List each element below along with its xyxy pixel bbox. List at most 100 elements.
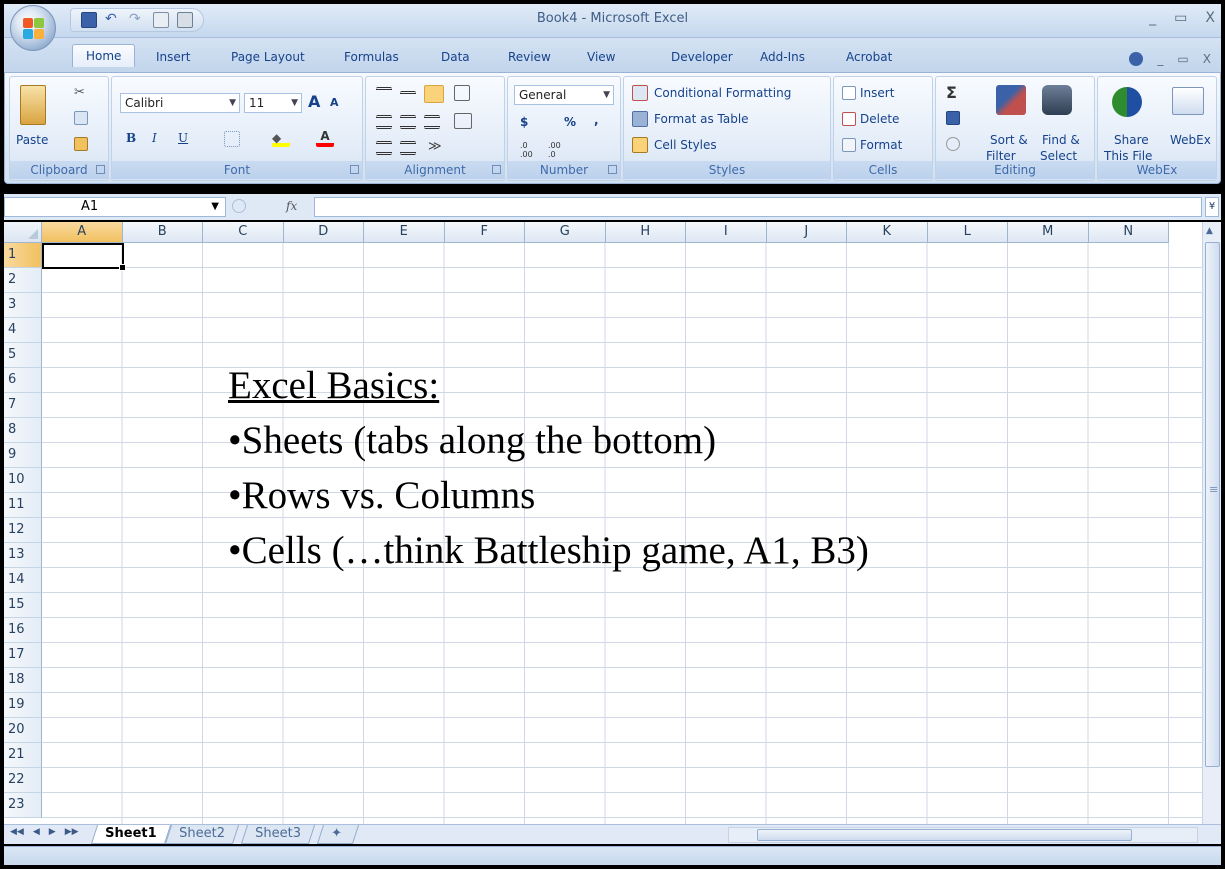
format-painter-icon[interactable]	[74, 137, 88, 151]
row-header-14[interactable]: 14	[4, 568, 42, 593]
delete-cells-button[interactable]: Delete	[860, 112, 899, 126]
comma-button[interactable]: ,	[594, 113, 599, 127]
name-box-dropdown-icon[interactable]: ▼	[211, 198, 219, 216]
close-button[interactable]: X	[1205, 10, 1215, 26]
font-size-combo[interactable]: 11 ▼	[244, 93, 302, 113]
column-header-i[interactable]: I	[686, 222, 767, 243]
ribbon-close-icon[interactable]: X	[1203, 52, 1211, 66]
paste-icon[interactable]	[20, 85, 46, 125]
decrease-decimal-icon[interactable]: .00 .0	[548, 141, 568, 159]
fill-color-icon[interactable]: ◆	[272, 131, 290, 147]
cell-styles-button[interactable]: Cell Styles	[654, 138, 717, 152]
horizontal-scroll-thumb[interactable]	[757, 829, 1132, 841]
text-direction-icon[interactable]: ≫	[428, 139, 450, 157]
clear-icon[interactable]	[946, 137, 960, 151]
font-name-combo[interactable]: Calibri ▼	[120, 93, 240, 113]
alignment-launcher-icon[interactable]	[492, 165, 501, 174]
row-header-17[interactable]: 17	[4, 643, 42, 668]
row-header-6[interactable]: 6	[4, 368, 42, 393]
row-header-2[interactable]: 2	[4, 268, 42, 293]
copy-icon[interactable]	[74, 111, 88, 125]
column-header-m[interactable]: M	[1008, 222, 1089, 243]
insert-sheet-tab[interactable]: ✦	[316, 825, 360, 844]
conditional-formatting-button[interactable]: Conditional Formatting	[654, 86, 791, 100]
formula-expand-icon[interactable]	[232, 199, 246, 213]
currency-button[interactable]: $	[520, 115, 528, 129]
row-header-3[interactable]: 3	[4, 293, 42, 318]
next-sheet-icon[interactable]: ▶	[49, 827, 56, 837]
align-top-icon[interactable]	[376, 87, 392, 101]
clipboard-launcher-icon[interactable]	[96, 165, 105, 174]
row-header-9[interactable]: 9	[4, 443, 42, 468]
tab-page-layout[interactable]: Page Layout	[231, 50, 305, 64]
bold-button[interactable]: B	[126, 131, 136, 145]
format-cells-button[interactable]: Format	[860, 138, 902, 152]
align-middle-icon[interactable]	[400, 91, 416, 105]
column-header-e[interactable]: E	[364, 222, 445, 243]
maximize-button[interactable]: ▭	[1174, 10, 1187, 26]
tab-review[interactable]: Review	[508, 50, 551, 64]
row-header-22[interactable]: 22	[4, 768, 42, 793]
underline-button[interactable]: U	[178, 131, 188, 145]
vertical-scrollbar[interactable]: ▲	[1202, 222, 1221, 824]
borders-icon[interactable]	[224, 131, 240, 147]
row-header-10[interactable]: 10	[4, 468, 42, 493]
row-header-8[interactable]: 8	[4, 418, 42, 443]
format-as-table-button[interactable]: Format as Table	[654, 112, 749, 126]
align-bottom-icon[interactable]	[424, 85, 444, 103]
font-color-icon[interactable]: A	[316, 129, 334, 147]
align-right-icon[interactable]	[424, 115, 440, 129]
increase-decimal-icon[interactable]: .0 .00	[520, 141, 540, 159]
minimize-button[interactable]: _	[1149, 10, 1156, 26]
row-header-11[interactable]: 11	[4, 493, 42, 518]
column-header-n[interactable]: N	[1088, 222, 1169, 243]
sheet-tab-sheet3[interactable]: Sheet3	[240, 825, 315, 844]
insert-cells-button[interactable]: Insert	[860, 86, 894, 100]
row-header-12[interactable]: 12	[4, 518, 42, 543]
column-header-f[interactable]: F	[444, 222, 525, 243]
row-header-18[interactable]: 18	[4, 668, 42, 693]
align-center-icon[interactable]	[400, 115, 416, 129]
tab-acrobat[interactable]: Acrobat	[846, 50, 892, 64]
percent-button[interactable]: %	[564, 115, 576, 129]
office-button[interactable]	[10, 5, 56, 51]
column-header-a[interactable]: A	[42, 222, 123, 243]
row-header-1[interactable]: 1	[4, 243, 42, 268]
tab-formulas[interactable]: Formulas	[344, 50, 399, 64]
vertical-scroll-thumb[interactable]	[1205, 242, 1220, 767]
row-header-13[interactable]: 13	[4, 543, 42, 568]
row-header-19[interactable]: 19	[4, 693, 42, 718]
tab-view[interactable]: View	[587, 50, 615, 64]
name-box[interactable]: A1 ▼	[4, 197, 226, 217]
formula-input[interactable]	[314, 197, 1202, 217]
fill-icon[interactable]	[946, 111, 960, 125]
row-header-21[interactable]: 21	[4, 743, 42, 768]
last-sheet-icon[interactable]: ▶▶	[65, 827, 79, 837]
increase-indent-icon[interactable]	[400, 141, 416, 155]
tab-insert[interactable]: Insert	[156, 50, 190, 64]
ribbon-restore-icon[interactable]: ▭	[1177, 52, 1188, 66]
first-sheet-icon[interactable]: ◀◀	[10, 827, 24, 837]
insert-function-button[interactable]: fx	[286, 199, 297, 213]
column-header-c[interactable]: C	[203, 222, 284, 243]
active-cell[interactable]	[42, 243, 126, 271]
shrink-font-button[interactable]: A	[330, 96, 339, 109]
scroll-up-icon[interactable]: ▲	[1206, 226, 1213, 236]
column-header-d[interactable]: D	[283, 222, 364, 243]
prev-sheet-icon[interactable]: ◀	[33, 827, 40, 837]
tab-developer[interactable]: Developer	[671, 50, 733, 64]
sheet-tab-sheet2[interactable]: Sheet2	[164, 825, 239, 844]
sheet-tab-sheet1[interactable]: Sheet1	[90, 825, 171, 844]
tab-home[interactable]: Home	[72, 44, 136, 67]
column-header-g[interactable]: G	[525, 222, 606, 243]
row-header-20[interactable]: 20	[4, 718, 42, 743]
column-header-j[interactable]: J	[766, 222, 847, 243]
align-left-icon[interactable]	[376, 115, 392, 129]
sort-filter-button[interactable]: Sort &	[990, 133, 1028, 147]
number-format-combo[interactable]: General ▼	[514, 85, 614, 105]
italic-button[interactable]: I	[152, 131, 157, 145]
horizontal-scrollbar[interactable]	[728, 827, 1198, 843]
tab-data[interactable]: Data	[441, 50, 470, 64]
find-select-button[interactable]: Find &	[1042, 133, 1080, 147]
column-header-b[interactable]: B	[122, 222, 203, 243]
